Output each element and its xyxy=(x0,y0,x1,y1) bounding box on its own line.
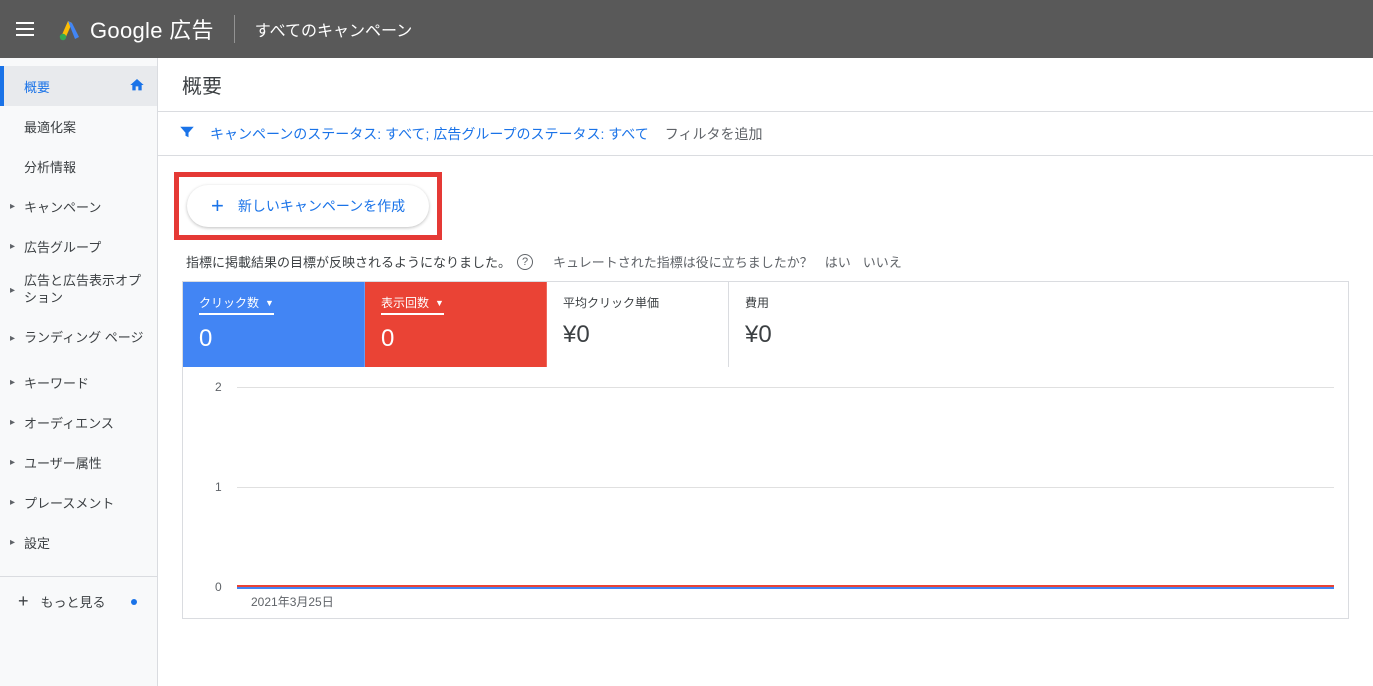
sidebar-item-recommendations[interactable]: 最適化案 xyxy=(0,106,157,146)
feedback-yes-button[interactable]: はい xyxy=(825,252,851,271)
sidebar-item-label: 分析情報 xyxy=(24,157,76,176)
info-text: 指標に掲載結果の目標が反映されるようになりました。 xyxy=(186,252,511,271)
metric-label: クリック数 xyxy=(199,294,259,311)
x-axis-label: 2021年3月25日 xyxy=(251,593,1334,610)
sidebar-item-label: 最適化案 xyxy=(24,117,76,136)
chart-container: 2 1 0 2021年3月25日 xyxy=(182,367,1349,619)
home-icon xyxy=(129,77,145,96)
sidebar-item-placements[interactable]: ▸ プレースメント xyxy=(0,482,157,522)
sidebar-item-label: キーワード xyxy=(24,373,89,392)
help-icon[interactable]: ? xyxy=(517,254,533,270)
app-header: Google 広告 すべてのキャンペーン xyxy=(0,0,1373,58)
sidebar-item-label: 広告と広告表示オプション xyxy=(24,273,145,307)
y-tick-label: 2 xyxy=(215,380,222,394)
notification-dot-icon xyxy=(131,599,137,605)
plus-icon: + xyxy=(18,591,29,612)
metric-value: 0 xyxy=(381,325,530,353)
caret-right-icon: ▸ xyxy=(10,285,15,296)
sidebar-item-label: キャンペーン xyxy=(24,197,101,216)
sidebar: 概要 最適化案 分析情報 ▸ キャンペーン ▸ 広告グループ ▸ 広告と広告表示オプシ… xyxy=(0,58,158,686)
caret-right-icon: ▸ xyxy=(10,241,15,252)
breadcrumb[interactable]: すべてのキャンペーン xyxy=(255,17,412,41)
sidebar-item-label: 広告グループ xyxy=(24,237,101,256)
google-ads-logo-icon xyxy=(58,17,82,41)
metric-value: ¥0 xyxy=(563,321,712,349)
caret-right-icon: ▸ xyxy=(10,201,15,212)
main-content: 概要 キャンペーンのステータス: すべて; 広告グループのステータス: すべて … xyxy=(158,58,1373,686)
caret-right-icon: ▸ xyxy=(10,333,15,344)
sidebar-item-campaigns[interactable]: ▸ キャンペーン xyxy=(0,186,157,226)
add-filter-button[interactable]: フィルタを追加 xyxy=(665,124,763,144)
metric-value: 0 xyxy=(199,325,348,353)
sidebar-item-adgroups[interactable]: ▸ 広告グループ xyxy=(0,226,157,266)
sidebar-item-overview[interactable]: 概要 xyxy=(0,66,157,106)
filter-bar: キャンペーンのステータス: すべて; 広告グループのステータス: すべて フィル… xyxy=(158,112,1373,156)
metric-clicks[interactable]: クリック数 ▼ 0 xyxy=(183,282,365,367)
sidebar-item-keywords[interactable]: ▸ キーワード xyxy=(0,362,157,402)
create-campaign-label: 新しいキャンペーンを作成 xyxy=(238,196,405,216)
chevron-down-icon: ▼ xyxy=(265,298,274,308)
hamburger-icon[interactable] xyxy=(16,17,40,41)
caret-right-icon: ▸ xyxy=(10,497,15,508)
highlight-box: + 新しいキャンペーンを作成 xyxy=(174,172,442,240)
sidebar-item-landing-pages[interactable]: ▸ ランディング ページ xyxy=(0,314,157,362)
metric-value: ¥0 xyxy=(745,321,895,349)
metric-label: 費用 xyxy=(745,294,769,311)
sidebar-item-ads-extensions[interactable]: ▸ 広告と広告表示オプション xyxy=(0,266,157,314)
metric-impressions[interactable]: 表示回数 ▼ 0 xyxy=(365,282,547,367)
caret-right-icon: ▸ xyxy=(10,377,15,388)
sidebar-more-label: もっと見る xyxy=(41,592,106,611)
sidebar-item-demographics[interactable]: ▸ ユーザー属性 xyxy=(0,442,157,482)
metrics-row: クリック数 ▼ 0 表示回数 ▼ 0 平均クリック単価 ¥0 費用 ¥0 xyxy=(182,281,1349,367)
metric-label: 表示回数 xyxy=(381,294,429,311)
filter-icon[interactable] xyxy=(178,123,196,144)
feedback-no-button[interactable]: いいえ xyxy=(863,252,902,271)
sidebar-item-audiences[interactable]: ▸ オーディエンス xyxy=(0,402,157,442)
sidebar-item-label: ランディング ページ xyxy=(24,330,143,347)
filter-status-link[interactable]: キャンペーンのステータス: すべて; 広告グループのステータス: すべて xyxy=(210,124,649,144)
brand-text: Google 広告 xyxy=(90,13,214,45)
sidebar-item-label: オーディエンス xyxy=(24,413,114,432)
feedback-question: キュレートされた指標は役に立ちましたか？ xyxy=(553,252,813,271)
chevron-down-icon: ▼ xyxy=(435,298,444,308)
sidebar-item-label: 設定 xyxy=(24,533,50,552)
create-campaign-button[interactable]: + 新しいキャンペーンを作成 xyxy=(187,185,429,227)
series-clicks-line xyxy=(237,587,1334,589)
page-title: 概要 xyxy=(182,70,222,99)
sidebar-item-settings[interactable]: ▸ 設定 xyxy=(0,522,157,562)
metric-cost[interactable]: 費用 ¥0 xyxy=(729,282,911,367)
y-tick-label: 0 xyxy=(215,580,222,594)
page-title-row: 概要 xyxy=(158,58,1373,112)
sidebar-item-label: 概要 xyxy=(24,77,50,96)
plus-icon: + xyxy=(211,195,224,217)
metric-label: 平均クリック単価 xyxy=(563,294,659,311)
metric-avg-cpc[interactable]: 平均クリック単価 ¥0 xyxy=(547,282,729,367)
caret-right-icon: ▸ xyxy=(10,537,15,548)
sidebar-more-button[interactable]: + もっと見る xyxy=(0,576,157,626)
chart-area: 2 1 0 xyxy=(237,387,1334,587)
header-divider xyxy=(234,15,235,43)
sidebar-item-label: プレースメント xyxy=(24,493,114,512)
sidebar-item-insights[interactable]: 分析情報 xyxy=(0,146,157,186)
caret-right-icon: ▸ xyxy=(10,417,15,428)
y-tick-label: 1 xyxy=(215,480,222,494)
info-row: 指標に掲載結果の目標が反映されるようになりました。 ? キュレートされた指標は役… xyxy=(186,252,1349,271)
sidebar-item-label: ユーザー属性 xyxy=(24,453,102,472)
caret-right-icon: ▸ xyxy=(10,457,15,468)
